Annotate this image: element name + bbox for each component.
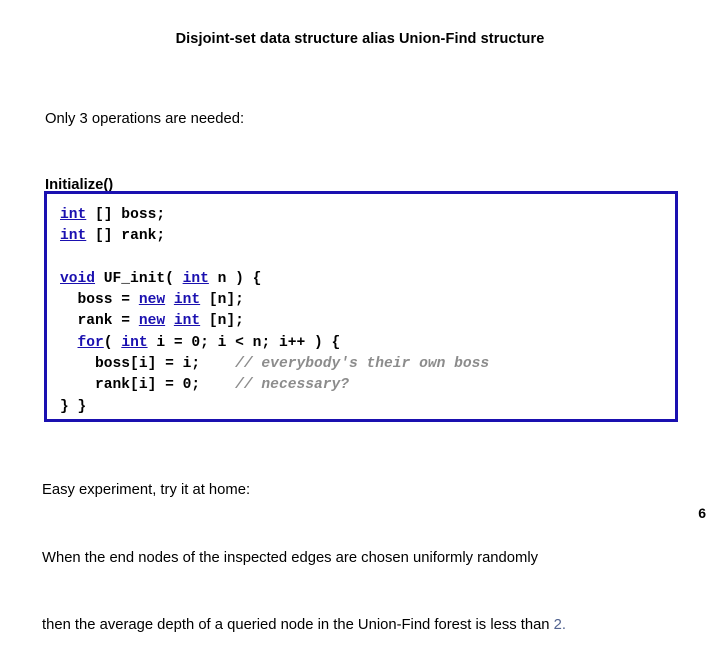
code-text-run: rank[i] = 0;	[60, 377, 236, 394]
code-line: boss[i] = i; // everybody's their own bo…	[60, 356, 489, 372]
code-keyword: int	[60, 228, 87, 245]
code-text-run: (	[103, 334, 122, 351]
code-block: int [] boss; int [] rank; void UF_init( …	[44, 191, 678, 422]
code-line: rank[i] = 0; // necessary?	[60, 377, 349, 393]
code-line: void UF_init( int n ) {	[60, 271, 261, 287]
page-title: Disjoint-set data structure alias Union-…	[175, 31, 545, 47]
code-text-run: } }	[60, 398, 87, 415]
code-text-run: [n];	[200, 313, 244, 330]
code-comment: // everybody's their own boss	[235, 356, 490, 373]
code-line: rank = new int [n];	[60, 313, 244, 329]
experiment-line-3-text: then the average depth of a queried node…	[42, 617, 554, 633]
code-keyword: new	[138, 313, 166, 330]
code-text-run: [] rank;	[86, 228, 166, 245]
code-text-run: n ) {	[208, 270, 262, 287]
experiment-depth-value: 2.	[553, 617, 566, 633]
code-keyword: void	[60, 270, 96, 287]
code-line: int [] rank;	[60, 228, 165, 244]
experiment-line-2: When the end nodes of the inspected edge…	[42, 549, 538, 566]
code-keyword: int	[182, 270, 209, 287]
code-text-run: rank =	[60, 313, 139, 330]
experiment-note: Easy experiment, try it at home: When th…	[42, 434, 692, 659]
code-text-run: [n];	[200, 292, 244, 309]
code-line: int [] boss;	[60, 207, 165, 223]
code-listing: int [] boss; int [] rank; void UF_init( …	[47, 194, 675, 418]
code-keyword: int	[173, 292, 201, 309]
code-text-run: i = 0; i < n; i++ ) {	[147, 334, 341, 351]
code-comment: // necessary?	[235, 377, 350, 394]
code-text-run: [] boss;	[86, 207, 166, 223]
code-keyword: int	[173, 313, 201, 330]
code-text-run: boss[i] = i;	[60, 356, 236, 373]
page-number: 6	[698, 505, 706, 521]
experiment-line-1: Easy experiment, try it at home:	[42, 482, 251, 498]
code-text-run	[165, 292, 174, 308]
code-line: boss = new int [n];	[60, 292, 244, 308]
code-text-run	[165, 313, 174, 329]
intro-lead-line: Only 3 operations are needed:	[45, 111, 245, 127]
code-keyword: new	[138, 292, 166, 309]
code-keyword: int	[121, 334, 148, 351]
code-text-run: UF_init(	[95, 270, 183, 287]
code-text-run	[60, 335, 78, 351]
code-keyword: for	[77, 334, 104, 351]
code-keyword: int	[60, 207, 87, 223]
code-line: } }	[60, 399, 86, 415]
experiment-line-3: then the average depth of a queried node…	[42, 614, 692, 637]
code-text-run: boss =	[60, 292, 139, 309]
code-line: for( int i = 0; i < n; i++ ) {	[60, 334, 341, 351]
